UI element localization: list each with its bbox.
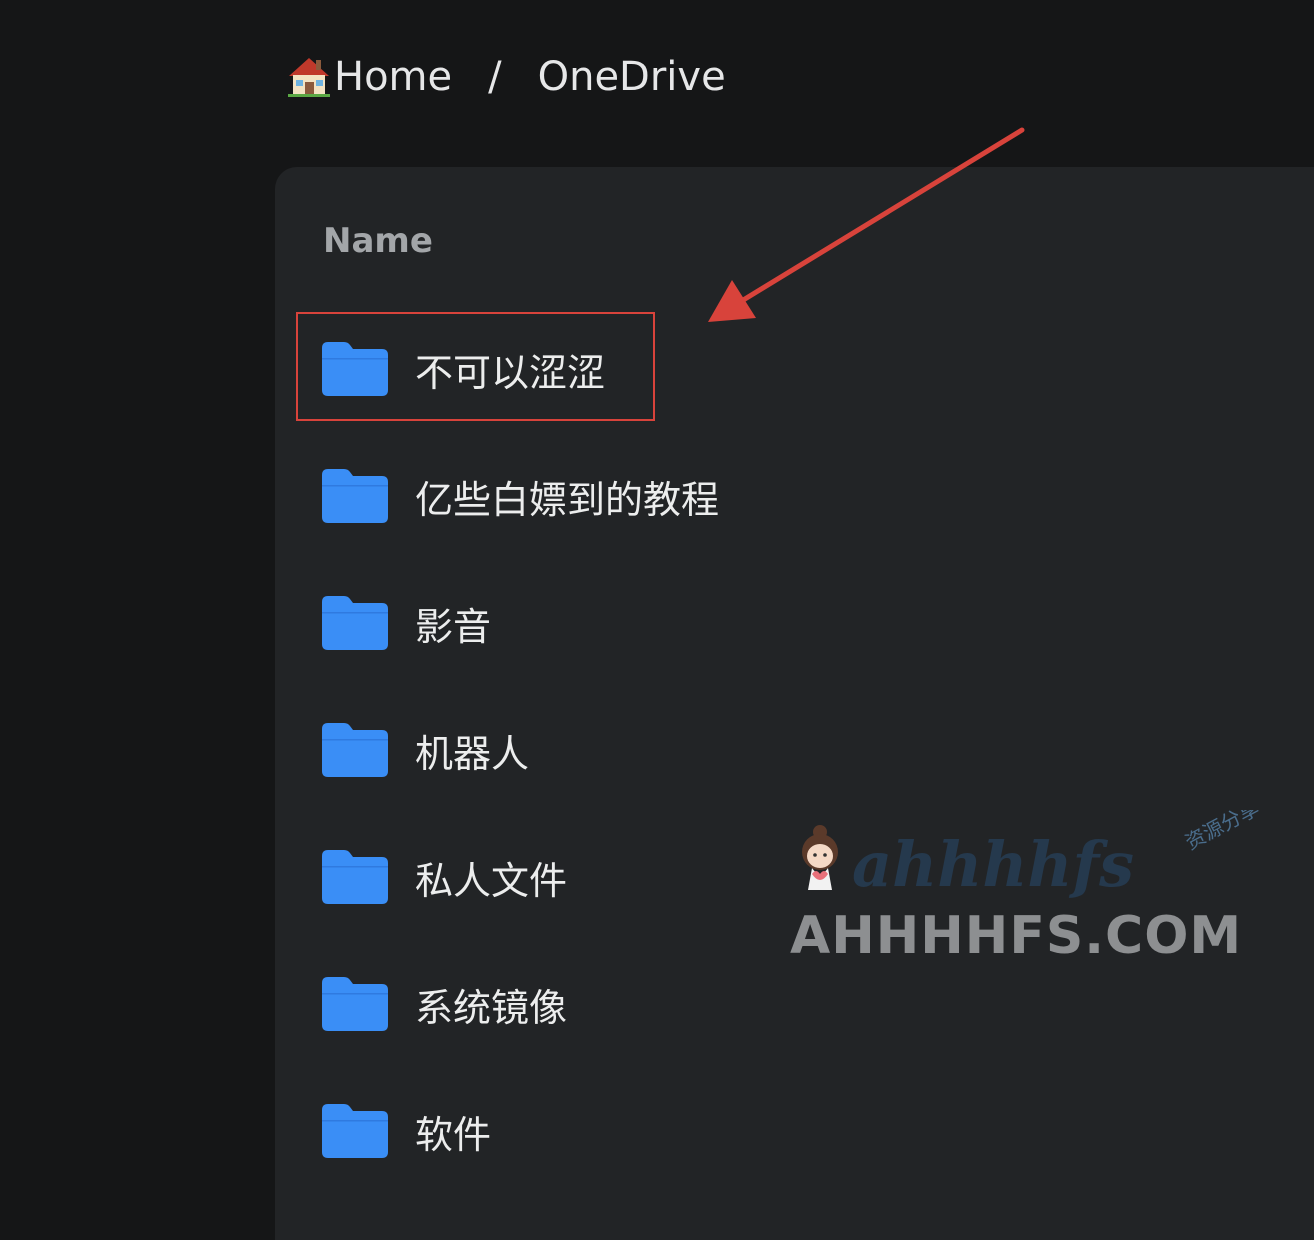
- folder-icon: [322, 596, 388, 650]
- svg-text:ahhhhfs: ahhhhfs: [852, 828, 1134, 901]
- list-item[interactable]: 影音: [322, 583, 491, 663]
- folder-name: 亿些白嫖到的教程: [415, 477, 720, 522]
- house-icon: [288, 58, 330, 97]
- breadcrumb-home-label: Home: [334, 54, 453, 100]
- breadcrumb-separator: /: [488, 54, 502, 100]
- breadcrumb-current[interactable]: OneDrive: [538, 54, 726, 100]
- list-item[interactable]: 软件: [322, 1091, 491, 1171]
- folder-name: 影音: [415, 604, 492, 649]
- folder-icon: [322, 1104, 388, 1158]
- breadcrumb-home[interactable]: Home: [286, 54, 452, 100]
- list-item[interactable]: 机器人: [322, 710, 529, 790]
- list-item[interactable]: 私人文件: [322, 837, 567, 917]
- watermark-site: AHHHHFS.COM: [790, 906, 1243, 966]
- folder-icon: [322, 723, 388, 777]
- folder-name: 私人文件: [415, 858, 568, 903]
- annotation-highlight-box: [296, 312, 655, 421]
- onedrive-page: Home / OneDrive Name 不可以涩涩 亿些白嫖到的教程 影音 机…: [0, 0, 1314, 1240]
- column-header-name[interactable]: Name: [323, 221, 433, 261]
- folder-icon: [322, 977, 388, 1031]
- svg-text:资源分享: 资源分享: [1181, 810, 1260, 854]
- breadcrumb: Home / OneDrive: [286, 50, 726, 104]
- list-item[interactable]: 系统镜像: [322, 964, 567, 1044]
- folder-icon: [322, 469, 388, 523]
- folder-name: 系统镜像: [415, 985, 568, 1030]
- folder-name: 机器人: [415, 731, 530, 776]
- folder-name: 软件: [415, 1112, 492, 1157]
- mascot-icon: [802, 825, 838, 890]
- folder-icon: [322, 850, 388, 904]
- list-item[interactable]: 亿些白嫖到的教程: [322, 456, 719, 536]
